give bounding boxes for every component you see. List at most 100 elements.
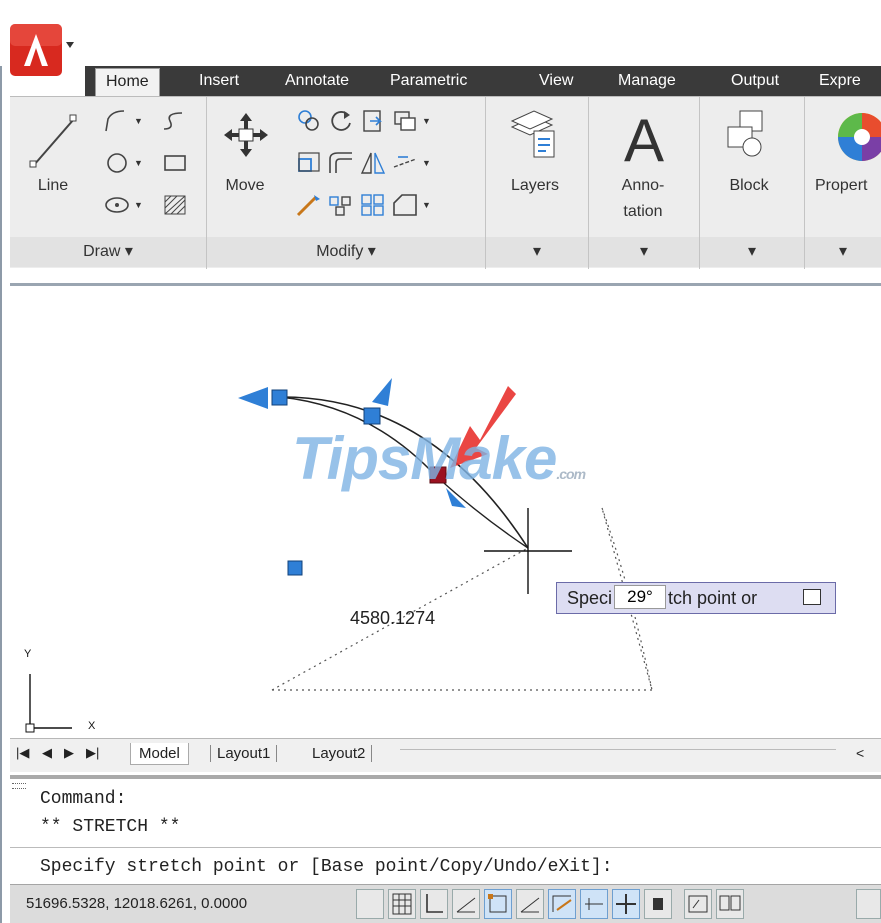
circle-dropdown-icon[interactable]: ▼ — [134, 149, 144, 177]
trim-icon[interactable] — [358, 107, 388, 135]
tab-express[interactable]: Expre — [819, 66, 861, 96]
svg-text:A: A — [624, 109, 664, 167]
grip-center — [287, 560, 303, 576]
rectangular-array-icon[interactable] — [358, 191, 388, 219]
command-prompt-input[interactable]: Specify stretch point or [Base point/Cop… — [40, 857, 613, 877]
copy-icon[interactable] — [294, 107, 324, 135]
mirror-icon[interactable] — [358, 149, 388, 177]
move-icon[interactable] — [224, 111, 268, 168]
dimension-value: 4580.1274 — [350, 608, 436, 628]
layers-label[interactable]: Layers — [500, 177, 570, 195]
tooltip-text-end: tch point or — [668, 588, 758, 608]
status-more-icon[interactable] — [856, 889, 881, 919]
circle-icon[interactable] — [102, 149, 132, 177]
tab-layout1[interactable]: Layout1 — [210, 745, 278, 762]
tab-nav-prev-icon[interactable]: ◀ — [42, 745, 52, 761]
line-button-label[interactable]: Line — [28, 177, 78, 195]
drawing-area[interactable]: TipsMake.com 4580.1274 Y X — [10, 283, 881, 738]
tab-insert[interactable]: Insert — [199, 66, 239, 96]
rotate-icon[interactable] — [326, 107, 356, 135]
command-history-line-2: ** STRETCH ** — [40, 817, 181, 837]
watermark-suffix: .com — [556, 466, 586, 482]
spline-icon[interactable] — [160, 107, 190, 135]
block-label[interactable]: Block — [716, 177, 782, 195]
tooltip-text-start: Speci — [567, 588, 613, 608]
grid-display-icon[interactable] — [388, 889, 416, 919]
annotation-label-line1[interactable]: Anno- — [608, 177, 678, 195]
tab-output[interactable]: Output — [731, 66, 779, 96]
tab-layout2[interactable]: Layout2 — [306, 745, 373, 762]
hatch-icon[interactable] — [160, 191, 190, 219]
dynamic-input-tooltip: Speci tch point or — [556, 582, 836, 614]
watermark-text: TipsMake — [292, 425, 557, 492]
tab-view[interactable]: View — [539, 66, 573, 96]
status-bar: 51696.5328, 12018.6261, 0.0000 — [10, 884, 881, 923]
erase-icon[interactable] — [390, 107, 420, 135]
tab-nav-next-icon[interactable]: ▶ — [64, 745, 74, 761]
annotation-label-line2[interactable]: tation — [608, 203, 678, 221]
angle-input-field[interactable]: 29° — [614, 585, 666, 609]
ellipse-dropdown-icon[interactable]: ▼ — [134, 191, 144, 219]
draw-panel-title[interactable]: Draw ▾ — [10, 237, 206, 267]
ribbon: Line ▼ ▼ ▼ Draw ▾ Move ▼ ▼ ▼ Modify ▾ La… — [10, 96, 881, 269]
scroll-left-icon[interactable]: < — [856, 745, 864, 761]
dynamic-input-icon[interactable] — [612, 889, 640, 919]
chamfer-dropdown-icon[interactable]: ▼ — [422, 191, 432, 219]
array-icon[interactable] — [326, 191, 356, 219]
quick-view-layouts-icon[interactable] — [716, 889, 744, 919]
stretch-icon[interactable] — [294, 149, 324, 177]
layout-tab-bar: |◀ ◀ ▶ ▶| Model Layout1 Layout2 < — [10, 738, 881, 772]
polyline-icon[interactable] — [102, 107, 132, 135]
model-space-icon[interactable] — [684, 889, 712, 919]
infer-constraints-icon[interactable] — [356, 889, 384, 919]
application-menu-button[interactable] — [10, 18, 78, 78]
properties-icon[interactable] — [828, 111, 881, 168]
grip-arrow-up — [372, 378, 392, 406]
tab-annotate[interactable]: Annotate — [285, 66, 349, 96]
annotation-icon[interactable]: A — [622, 107, 666, 174]
lineweight-icon[interactable] — [644, 889, 672, 919]
modify-dropdown-icon[interactable]: ▼ — [422, 107, 432, 135]
drawing-svg — [25, 378, 653, 733]
ucs-x-label: X — [88, 720, 96, 732]
rectangle-icon[interactable] — [160, 149, 190, 177]
scale-icon[interactable] — [294, 191, 324, 219]
line-icon[interactable] — [28, 111, 80, 176]
ortho-mode-icon[interactable] — [420, 889, 448, 919]
tab-home[interactable]: Home — [95, 68, 160, 96]
ucs-y-label: Y — [24, 648, 32, 660]
polar-tracking-icon[interactable] — [452, 889, 480, 919]
explode-icon[interactable] — [390, 149, 420, 177]
fillet-icon[interactable] — [326, 149, 356, 177]
tab-model[interactable]: Model — [130, 743, 189, 765]
properties-panel-arrow[interactable]: ▾ — [805, 237, 881, 267]
ellipse-icon[interactable] — [102, 191, 132, 219]
move-button-label[interactable]: Move — [220, 177, 270, 195]
tab-manage[interactable]: Manage — [618, 66, 676, 96]
command-window-grip[interactable] — [12, 783, 26, 789]
tab-nav-last-icon[interactable]: ▶| — [86, 745, 99, 761]
coordinate-readout: 51696.5328, 12018.6261, 0.0000 — [26, 895, 248, 912]
layers-icon[interactable] — [508, 107, 560, 168]
dynamic-ucs-icon[interactable] — [580, 889, 608, 919]
object-snap-icon[interactable] — [484, 889, 512, 919]
block-icon[interactable] — [722, 107, 774, 168]
modify-panel-title[interactable]: Modify ▾ — [207, 237, 485, 267]
explode-dropdown-icon[interactable]: ▼ — [422, 149, 432, 177]
polyline-dropdown-icon[interactable]: ▼ — [134, 107, 144, 135]
3d-object-snap-icon[interactable] — [516, 889, 544, 919]
object-snap-tracking-icon[interactable] — [548, 889, 576, 919]
command-window: Command: ** STRETCH ** Specify stretch p… — [10, 775, 881, 882]
block-panel-arrow[interactable]: ▾ — [700, 237, 804, 267]
chamfer-icon[interactable] — [390, 191, 420, 219]
properties-label[interactable]: Propert — [815, 177, 881, 195]
grip-mid — [363, 407, 381, 425]
tab-nav-first-icon[interactable]: |◀ — [16, 745, 29, 761]
grip-arrow-left — [238, 387, 268, 409]
layers-panel-arrow[interactable]: ▾ — [486, 237, 588, 267]
tab-parametric[interactable]: Parametric — [390, 66, 467, 96]
tooltip-options-icon[interactable] — [803, 589, 821, 605]
horizontal-scrollbar[interactable] — [400, 749, 836, 750]
title-strip — [0, 0, 881, 66]
annotation-panel-arrow[interactable]: ▾ — [589, 237, 699, 267]
